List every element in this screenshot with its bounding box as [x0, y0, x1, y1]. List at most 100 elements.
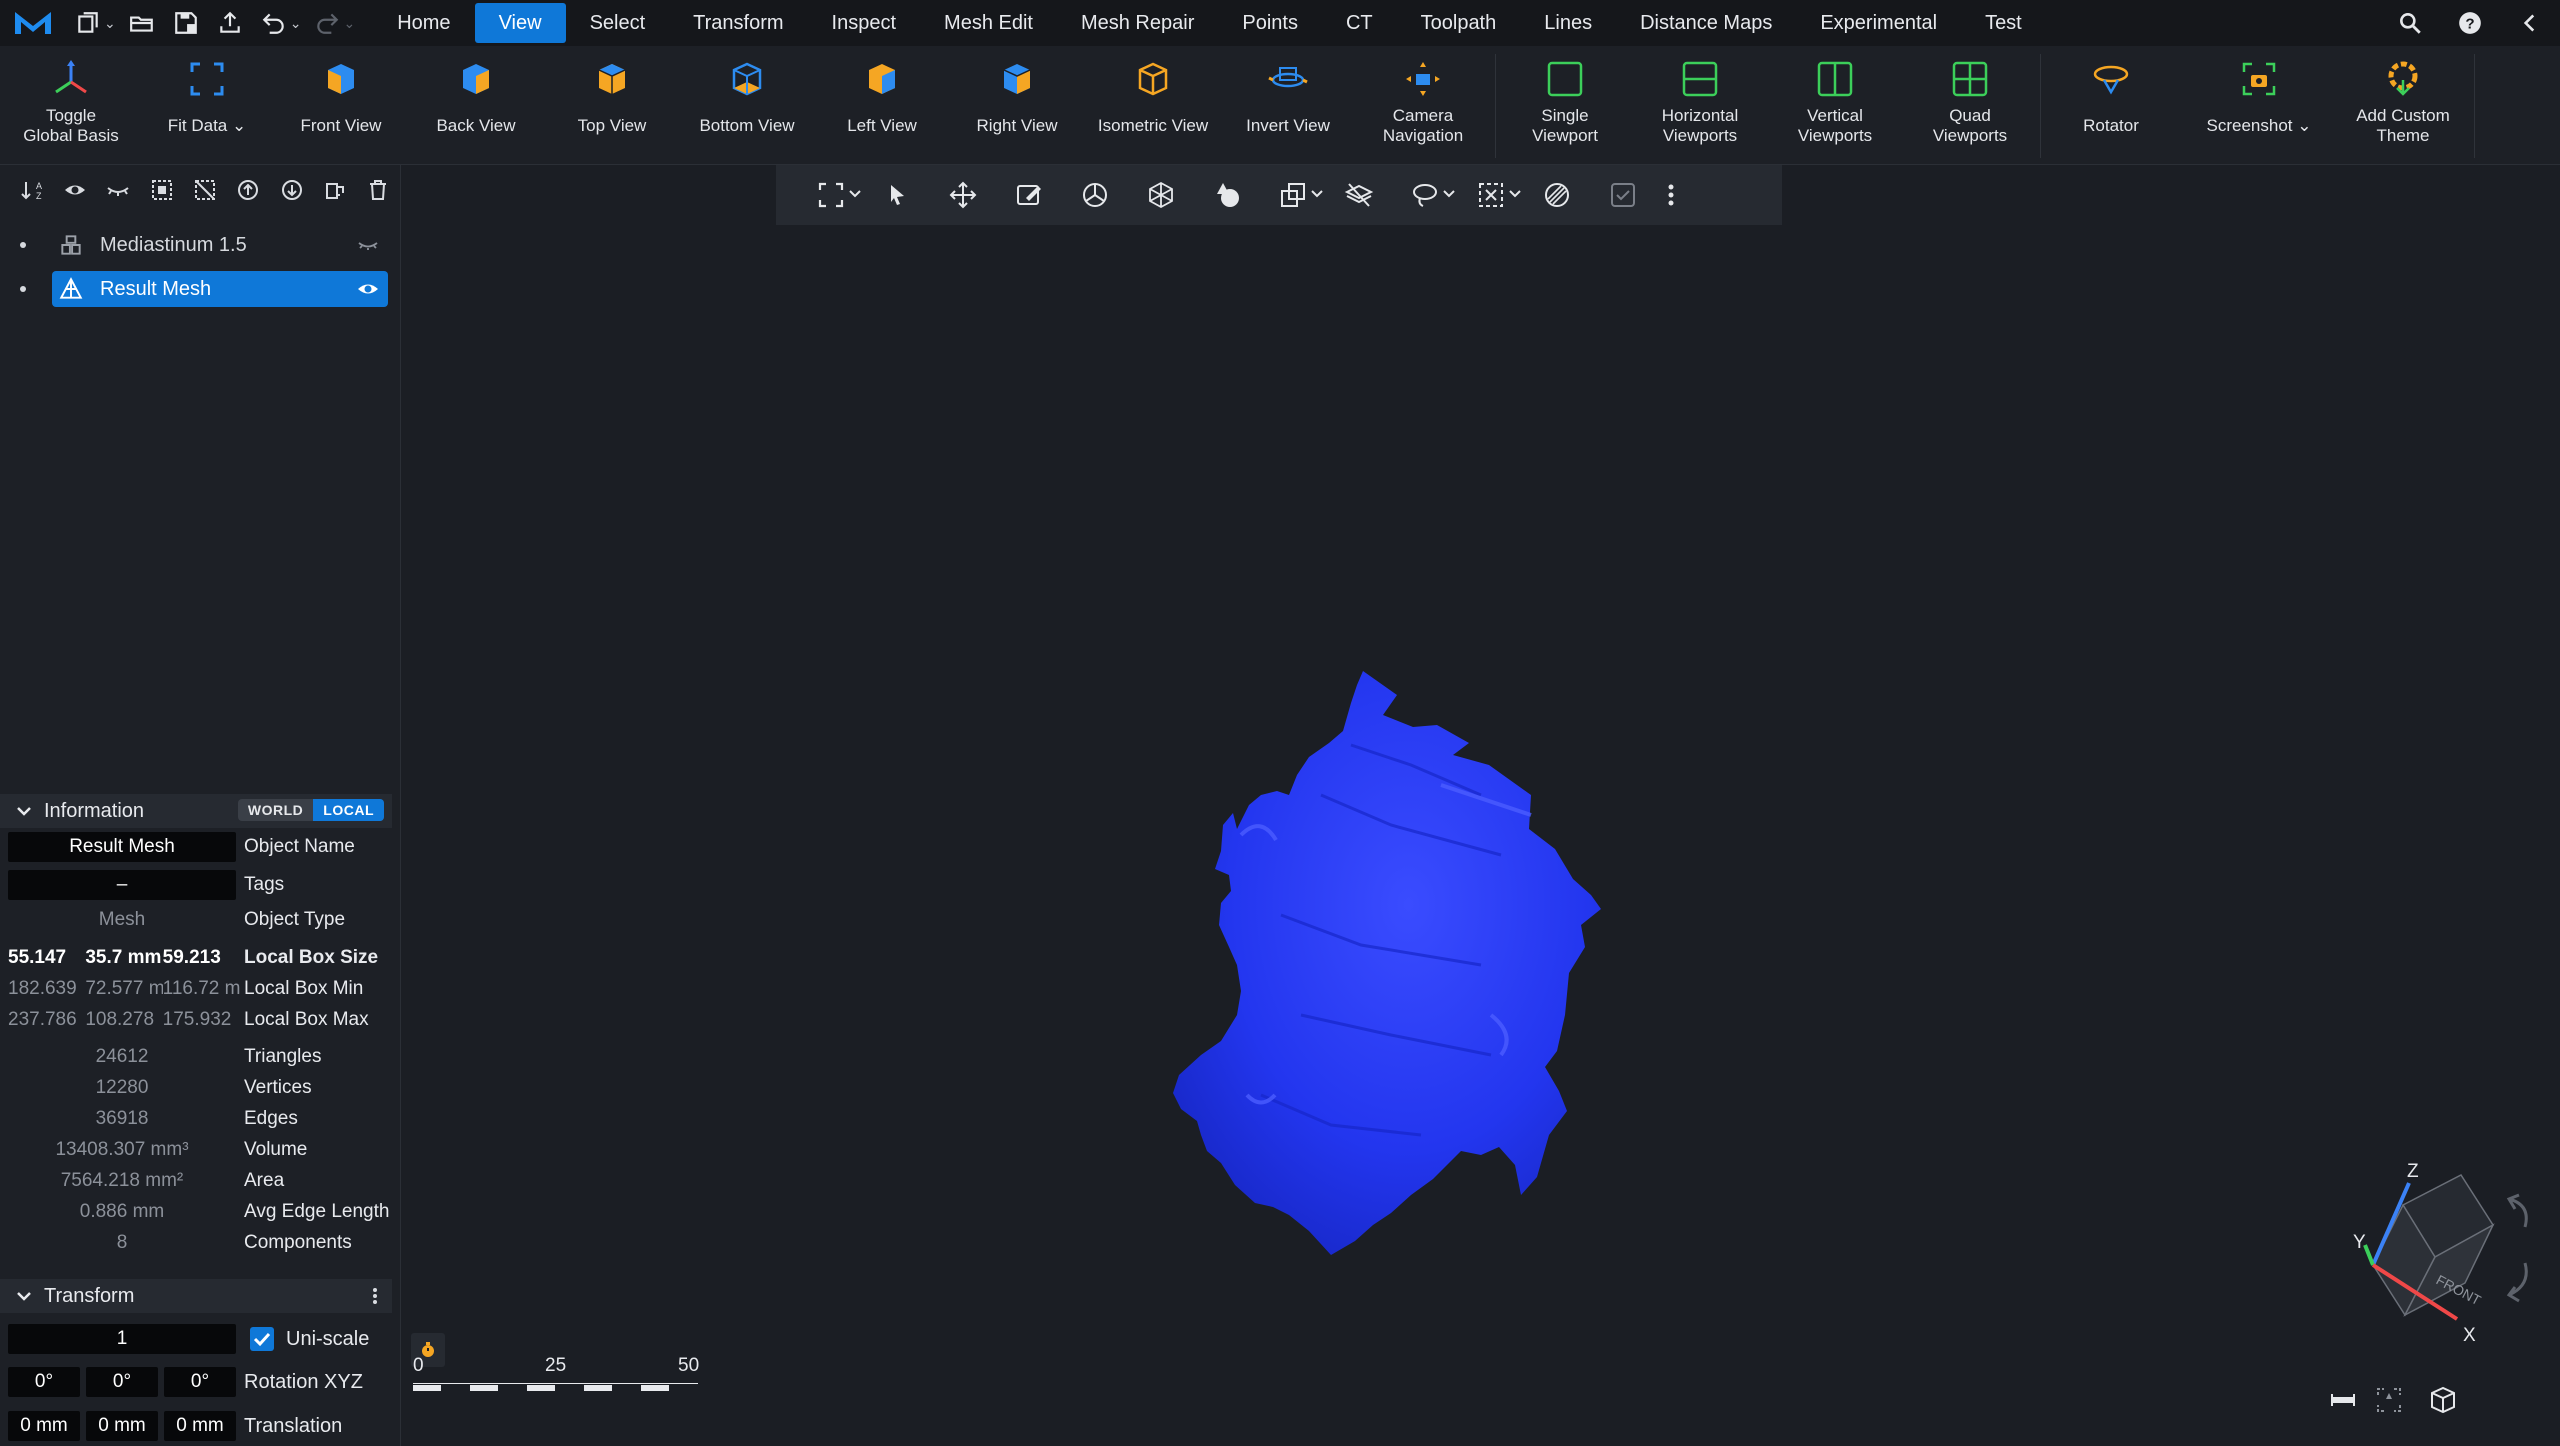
translation-y-input[interactable]: 0 mm [86, 1411, 158, 1441]
view-cube[interactable]: FRONT Z Y X [2331, 1155, 2551, 1355]
transform-header[interactable]: Transform [0, 1279, 392, 1313]
translation-x-input[interactable]: 0 mm [8, 1411, 80, 1441]
help-icon[interactable]: ? [2440, 0, 2500, 46]
chevron-down-icon[interactable]: ⌄ [104, 15, 116, 32]
tab-distance-maps[interactable]: Distance Maps [1616, 3, 1796, 43]
tab-mesh-edit[interactable]: Mesh Edit [920, 3, 1057, 43]
right-view-button[interactable]: Right View [952, 46, 1082, 164]
rotation-x-input[interactable]: 0° [8, 1367, 80, 1397]
clipping-tool-button[interactable] [1260, 165, 1326, 225]
tab-home[interactable]: Home [373, 3, 474, 43]
top-view-button[interactable]: Top View [547, 46, 677, 164]
fit-data-button[interactable]: Fit Data ⌄ [142, 46, 272, 164]
tab-inspect[interactable]: Inspect [808, 3, 920, 43]
local-toggle[interactable]: LOCAL [313, 799, 384, 821]
rotate-cw-icon[interactable] [2506, 1193, 2528, 1228]
toolbar-more-button[interactable] [1656, 165, 1686, 225]
tree-item[interactable]: Mediastinum 1.5 [0, 227, 400, 263]
lasso-tool-button[interactable] [1392, 165, 1458, 225]
delete-icon[interactable] [357, 170, 400, 210]
tree-row-selected[interactable]: Result Mesh [52, 271, 388, 307]
orbit-tool-button[interactable] [1062, 165, 1128, 225]
fit-selection-button[interactable] [798, 165, 864, 225]
screenshot-button[interactable]: Screenshot ⌄ [2194, 46, 2324, 164]
chevron-down-icon[interactable]: ⌄ [343, 15, 355, 32]
chevron-down-icon[interactable]: ⌄ [290, 15, 302, 32]
save-icon[interactable] [164, 0, 208, 46]
tab-test[interactable]: Test [1961, 3, 2046, 43]
3d-viewport[interactable]: 0 25 50 FRONT Z Y X [401, 165, 2560, 1446]
open-folder-icon[interactable] [120, 0, 164, 46]
rotation-z-input[interactable]: 0° [164, 1367, 236, 1397]
deselect-icon[interactable] [183, 170, 226, 210]
back-view-button[interactable]: Back View [411, 46, 541, 164]
single-viewport-button[interactable]: Single Viewport [1500, 46, 1630, 164]
add-custom-theme-button[interactable]: Add Custom Theme [2338, 46, 2468, 164]
show-all-icon[interactable] [53, 170, 96, 210]
more-options-icon[interactable] [372, 1287, 378, 1305]
export-icon[interactable] [208, 0, 252, 46]
tab-select[interactable]: Select [566, 3, 670, 43]
projection-cube-icon[interactable] [2423, 1380, 2463, 1420]
eye-icon[interactable] [356, 277, 380, 301]
clear-selection-button[interactable] [1524, 165, 1590, 225]
tab-lines[interactable]: Lines [1520, 3, 1616, 43]
scale-input[interactable]: 1 [8, 1324, 236, 1354]
information-header[interactable]: Information WORLD LOCAL [0, 794, 392, 828]
tree-row[interactable]: Mediastinum 1.5 [52, 227, 388, 263]
cube-right-icon [996, 46, 1038, 106]
hide-all-icon[interactable] [97, 170, 140, 210]
rotate-ccw-icon[interactable] [2506, 1262, 2528, 1303]
clear-selection-icon [1545, 183, 1569, 207]
collapse-ribbon-icon[interactable] [2500, 0, 2560, 46]
move-tool-button[interactable] [930, 165, 996, 225]
tree-item[interactable]: Result Mesh [0, 271, 400, 307]
bottom-view-button[interactable]: Bottom View [682, 46, 812, 164]
invert-view-button[interactable]: Invert View [1223, 46, 1353, 164]
tree-bullet [20, 242, 26, 248]
move-up-icon[interactable] [227, 170, 270, 210]
edit-tool-button[interactable] [996, 165, 1062, 225]
quad-viewports-button[interactable]: Quad Viewports [1905, 46, 2035, 164]
avg-edge-length-row: 0.886 mm Avg Edge Length [79, 1201, 390, 1222]
ruler-icon[interactable] [2323, 1380, 2363, 1420]
chevron-down-icon [1311, 190, 1323, 198]
camera-navigation-button[interactable]: Camera Navigation [1358, 46, 1488, 164]
tab-toolpath[interactable]: Toolpath [1397, 3, 1521, 43]
app-logo-icon[interactable] [0, 0, 66, 46]
box-deselect-button[interactable] [1458, 165, 1524, 225]
tab-points[interactable]: Points [1218, 3, 1322, 43]
search-icon[interactable] [2380, 0, 2440, 46]
tab-transform[interactable]: Transform [669, 3, 807, 43]
object-name-input[interactable]: Result Mesh [8, 832, 236, 862]
pivot-icon[interactable] [2369, 1380, 2409, 1420]
horizontal-viewports-button[interactable]: Horizontal Viewports [1635, 46, 1765, 164]
rotator-button[interactable]: Rotator [2046, 46, 2176, 164]
section-plane-button[interactable] [1326, 165, 1392, 225]
sort-icon[interactable]: AZ [10, 170, 53, 210]
tab-experimental[interactable]: Experimental [1796, 3, 1961, 43]
uniscale-checkbox[interactable] [250, 1327, 274, 1351]
result-mesh-render[interactable] [1061, 495, 1711, 1295]
select-tool-button[interactable] [864, 165, 930, 225]
tab-ct[interactable]: CT [1322, 3, 1397, 43]
measure-tool-button[interactable] [1128, 165, 1194, 225]
confirm-button[interactable] [1590, 165, 1656, 225]
front-view-button[interactable]: Front View [276, 46, 406, 164]
vertical-viewports-button[interactable]: Vertical Viewports [1770, 46, 1900, 164]
left-view-button[interactable]: Left View [817, 46, 947, 164]
isometric-view-button[interactable]: Isometric View [1088, 46, 1218, 164]
tags-input[interactable]: – [8, 870, 236, 900]
tab-mesh-repair[interactable]: Mesh Repair [1057, 3, 1218, 43]
shapes-tool-button[interactable] [1194, 165, 1260, 225]
rotation-y-input[interactable]: 0° [86, 1367, 158, 1397]
select-all-icon[interactable] [140, 170, 183, 210]
translation-z-input[interactable]: 0 mm [164, 1411, 236, 1441]
tab-view[interactable]: View [474, 3, 566, 43]
hidden-eye-icon[interactable] [356, 233, 380, 257]
world-toggle[interactable]: WORLD [238, 799, 313, 821]
move-down-icon[interactable] [270, 170, 313, 210]
scale-segment [413, 1385, 441, 1391]
toggle-global-basis-button[interactable]: Toggle Global Basis [6, 46, 136, 164]
duplicate-icon[interactable] [313, 170, 356, 210]
